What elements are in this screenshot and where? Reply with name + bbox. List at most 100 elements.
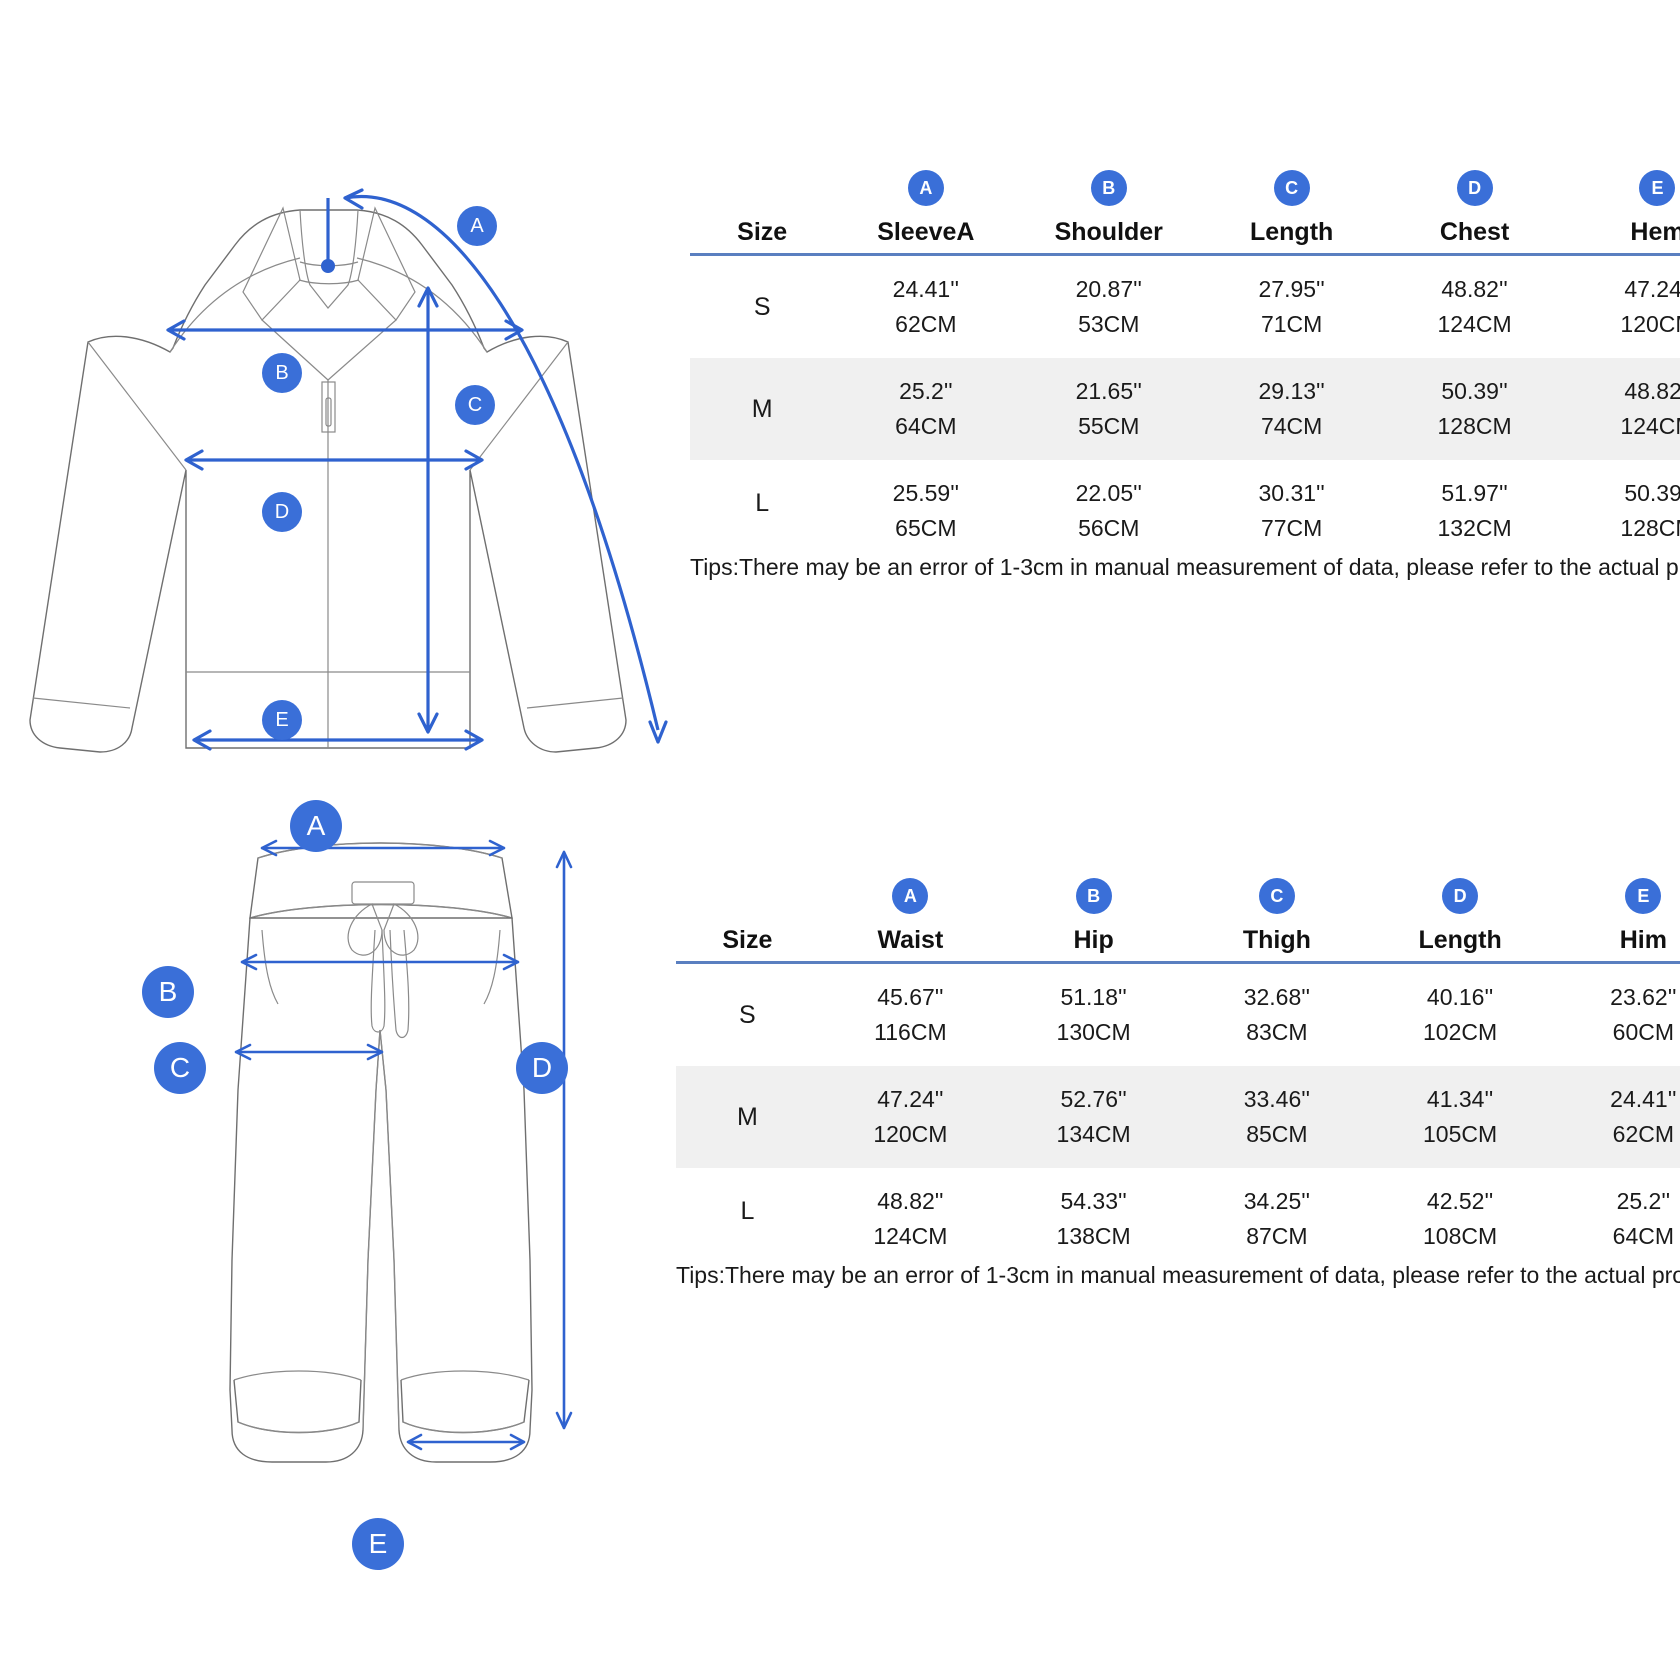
pants-row-m-b-in: 52.76'' [1002,1066,1186,1117]
jacket-row-s-a-in: 24.41'' [892,276,960,302]
jacket-row-l-d-in: 51.97'' [1441,480,1508,506]
pants-header-col-e: E Him [1551,878,1680,964]
jacket-row-m-b-in: 21.65'' [1017,358,1201,409]
jacket-row-m-d-in: 50.39'' [1383,358,1567,409]
table-row: L 25.59'' 22.05'' 30.31'' 51.97'' 50.39'… [690,460,1680,517]
table-row: 120CM 134CM 85CM 105CM 62CM [676,1117,1680,1168]
pants-row-s-d-in: 40.16'' [1426,984,1494,1010]
jacket-row-m-c-cm: 74CM [1200,409,1384,460]
jacket-header-col-e: E Hem [1566,170,1680,256]
jacket-row-m-size: M [690,358,835,460]
jacket-row-s-d-cm: 124CM [1437,311,1512,337]
table-row: 64CM 55CM 74CM 128CM 124CM [690,409,1680,460]
jacket-row-s-a-cm: 62CM [895,311,957,337]
pants-header-size: Size [676,878,819,964]
jacket-tips-row: Tips:There may be an error of 1-3cm in m… [690,546,1680,581]
pants-row-l-b-cm: 138CM [1056,1223,1131,1249]
pants-row-l-a-cm: 124CM [873,1223,948,1249]
jacket-row-s-d-in: 48.82'' [1441,276,1508,302]
jacket-size-table: Size A SleeveA B Shoulder C Length D Che… [690,170,1680,581]
pants-marker-e: E [352,1518,404,1570]
jacket-header-badge-e: E [1639,170,1676,206]
pants-row-s-a-in: 45.67'' [877,984,944,1010]
pants-tips-row: Tips:There may be an error of 1-3cm in m… [676,1254,1680,1289]
jacket-row-l-a-cm: 65CM [895,515,957,541]
jacket-row-m-b-cm: 55CM [1017,409,1201,460]
pants-row-s-e-cm: 60CM [1612,1019,1675,1045]
pants-header-label-c: Thigh [1242,926,1311,954]
table-row: 116CM 130CM 83CM 102CM 60CM [676,1015,1680,1066]
pants-row-s-d-cm: 102CM [1423,1019,1498,1045]
pants-marker-b: B [142,966,194,1018]
pants-row-s-c-cm: 83CM [1246,1019,1308,1045]
pants-header-col-d: D Length [1368,878,1552,964]
jacket-table-header-row: Size A SleeveA B Shoulder C Length D Che… [690,170,1680,256]
table-row: S 24.41'' 20.87'' 27.95'' 48.82'' 47.24'… [690,255,1680,321]
pants-row-m-a-cm: 120CM [818,1117,1003,1168]
pants-header-label-a: Waist [877,926,944,954]
pants-row-m-e-in: 24.41'' [1551,1066,1680,1117]
jacket-row-m-a-in: 25.2'' [834,358,1018,409]
jacket-row-s-size: S [753,292,771,321]
jacket-header-label-a: SleeveA [877,218,975,246]
pants-row-s-e-in: 23.62'' [1610,984,1677,1010]
jacket-header-col-c: C Length [1200,170,1384,256]
pants-header-badge-b: B [1075,878,1112,914]
jacket-header-label-d: Chest [1439,218,1510,246]
jacket-header-badge-c: C [1273,170,1310,206]
pants-header-col-a: A Waist [818,878,1003,964]
jacket-row-l-b-in: 22.05'' [1075,480,1142,506]
pants-header-badge-d: D [1442,878,1479,914]
pants-row-s-a-cm: 116CM [874,1019,947,1045]
jacket-header-size: Size [690,170,835,256]
pants-row-l-d-cm: 108CM [1423,1223,1498,1249]
jacket-header-col-d: D Chest [1383,170,1567,256]
jacket-row-s-e-cm: 120CM [1620,311,1680,337]
pants-header-label-d: Length [1418,926,1502,954]
jacket-row-l-a-in: 25.59'' [892,480,960,506]
jacket-row-m-e-cm: 124CM [1566,409,1680,460]
jacket-row-m-c-in: 29.13'' [1200,358,1384,409]
pants-row-s-b-in: 51.18'' [1060,984,1127,1010]
pants-diagram: A B C D E [120,790,620,1580]
pants-row-l-a-in: 48.82'' [877,1188,944,1214]
jacket-row-s-c-in: 27.95'' [1258,276,1325,302]
jacket-marker-e: E [262,700,302,740]
pants-marker-d: D [516,1042,568,1094]
pants-row-m-c-cm: 85CM [1185,1117,1369,1168]
jacket-row-s-b-cm: 53CM [1078,311,1140,337]
table-row: M 47.24'' 52.76'' 33.46'' 41.34'' 24.41'… [676,1066,1680,1168]
jacket-marker-b: B [262,353,302,393]
table-row: 124CM 138CM 87CM 108CM 64CM [676,1219,1680,1254]
table-row: M 25.2'' 21.65'' 29.13'' 50.39'' 48.82'' [690,358,1680,460]
jacket-row-m-d-cm: 128CM [1383,409,1567,460]
pants-row-s-c-in: 32.68'' [1243,984,1311,1010]
pants-row-m-size: M [676,1066,819,1168]
table-row: 62CM 53CM 71CM 124CM 120CM [690,307,1680,358]
pants-illustration [229,839,573,1463]
pants-marker-c: C [154,1042,206,1094]
size-chart-page: A B C D E Size A SleeveA B Shoulder C Le… [0,0,1680,1680]
jacket-marker-c: C [455,385,495,425]
jacket-diagram: A B C D E [0,80,700,760]
jacket-size-table-container: Size A SleeveA B Shoulder C Length D Che… [690,170,1680,581]
jacket-row-m-e-in: 48.82'' [1566,358,1680,409]
pants-tips: Tips:There may be an error of 1-3cm in m… [676,1262,1680,1288]
pants-header-label-b: Hip [1073,926,1114,954]
pants-row-l-c-cm: 87CM [1246,1223,1308,1249]
pants-header-badge-e: E [1625,878,1662,914]
pants-header-label-e: Him [1619,926,1667,954]
pants-row-m-b-cm: 134CM [1002,1117,1186,1168]
pants-row-s-size: S [739,1000,756,1029]
pants-header-col-c: C Thigh [1185,878,1369,964]
pants-row-m-d-cm: 105CM [1368,1117,1552,1168]
jacket-row-l-e-in: 50.39'' [1624,480,1680,506]
jacket-header-badge-d: D [1456,170,1493,206]
pants-row-m-a-in: 47.24'' [818,1066,1003,1117]
jacket-row-l-d-cm: 132CM [1437,515,1512,541]
table-row: S 45.67'' 51.18'' 32.68'' 40.16'' 23.62'… [676,963,1680,1029]
pants-header-badge-a: A [892,878,929,914]
jacket-header-col-b: B Shoulder [1017,170,1201,256]
jacket-marker-d: D [262,492,302,532]
jacket-header-label-e: Hem [1630,218,1680,246]
